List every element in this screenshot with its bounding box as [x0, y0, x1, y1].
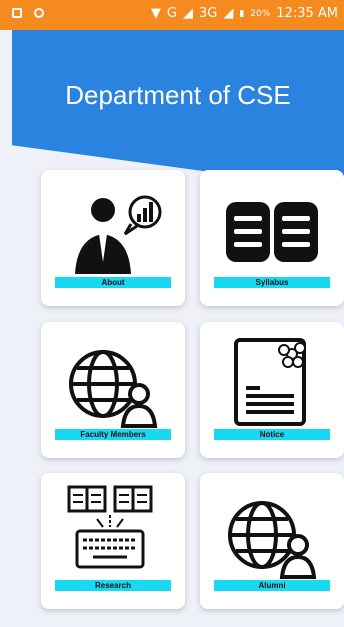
clock: 12:35 AM — [276, 6, 338, 21]
globe-user-icon — [228, 501, 317, 579]
globe-user-icon — [69, 350, 158, 428]
about-label: About — [55, 277, 171, 288]
research-keyboard-icon — [67, 485, 153, 569]
notice-document-icon — [234, 338, 306, 426]
network-type: G — [166, 6, 177, 21]
book-icon — [226, 202, 318, 262]
notice-card[interactable]: Notice — [200, 322, 344, 458]
signal-icon: ◢ — [182, 6, 193, 21]
faculty-members-card[interactable]: Faculty Members — [41, 322, 185, 458]
status-bar: ▼ G ◢ 3G ◢ ▮ 20% 12:35 AM — [0, 0, 344, 30]
wifi-icon: ▼ — [150, 6, 161, 21]
alumni-card[interactable]: Alumni — [200, 473, 344, 609]
network-type-secondary: 3G — [198, 6, 218, 21]
person-chart-icon — [75, 195, 162, 274]
signal-icon-secondary: ◢ — [223, 6, 234, 21]
faculty-members-label: Faculty Members — [55, 429, 171, 440]
app-notification-icon — [34, 8, 44, 18]
research-card[interactable]: Research — [41, 473, 185, 609]
syllabus-card[interactable]: Syllabus — [200, 170, 344, 306]
image-notification-icon — [12, 8, 22, 18]
page-title: Department of CSE — [65, 80, 291, 110]
about-card[interactable]: About — [41, 170, 185, 306]
syllabus-label: Syllabus — [214, 277, 330, 288]
alumni-label: Alumni — [214, 580, 330, 591]
battery-icon: ▮ — [239, 8, 245, 19]
battery-percentage: 20% — [250, 8, 271, 19]
notice-label: Notice — [214, 429, 330, 440]
research-label: Research — [55, 580, 171, 591]
